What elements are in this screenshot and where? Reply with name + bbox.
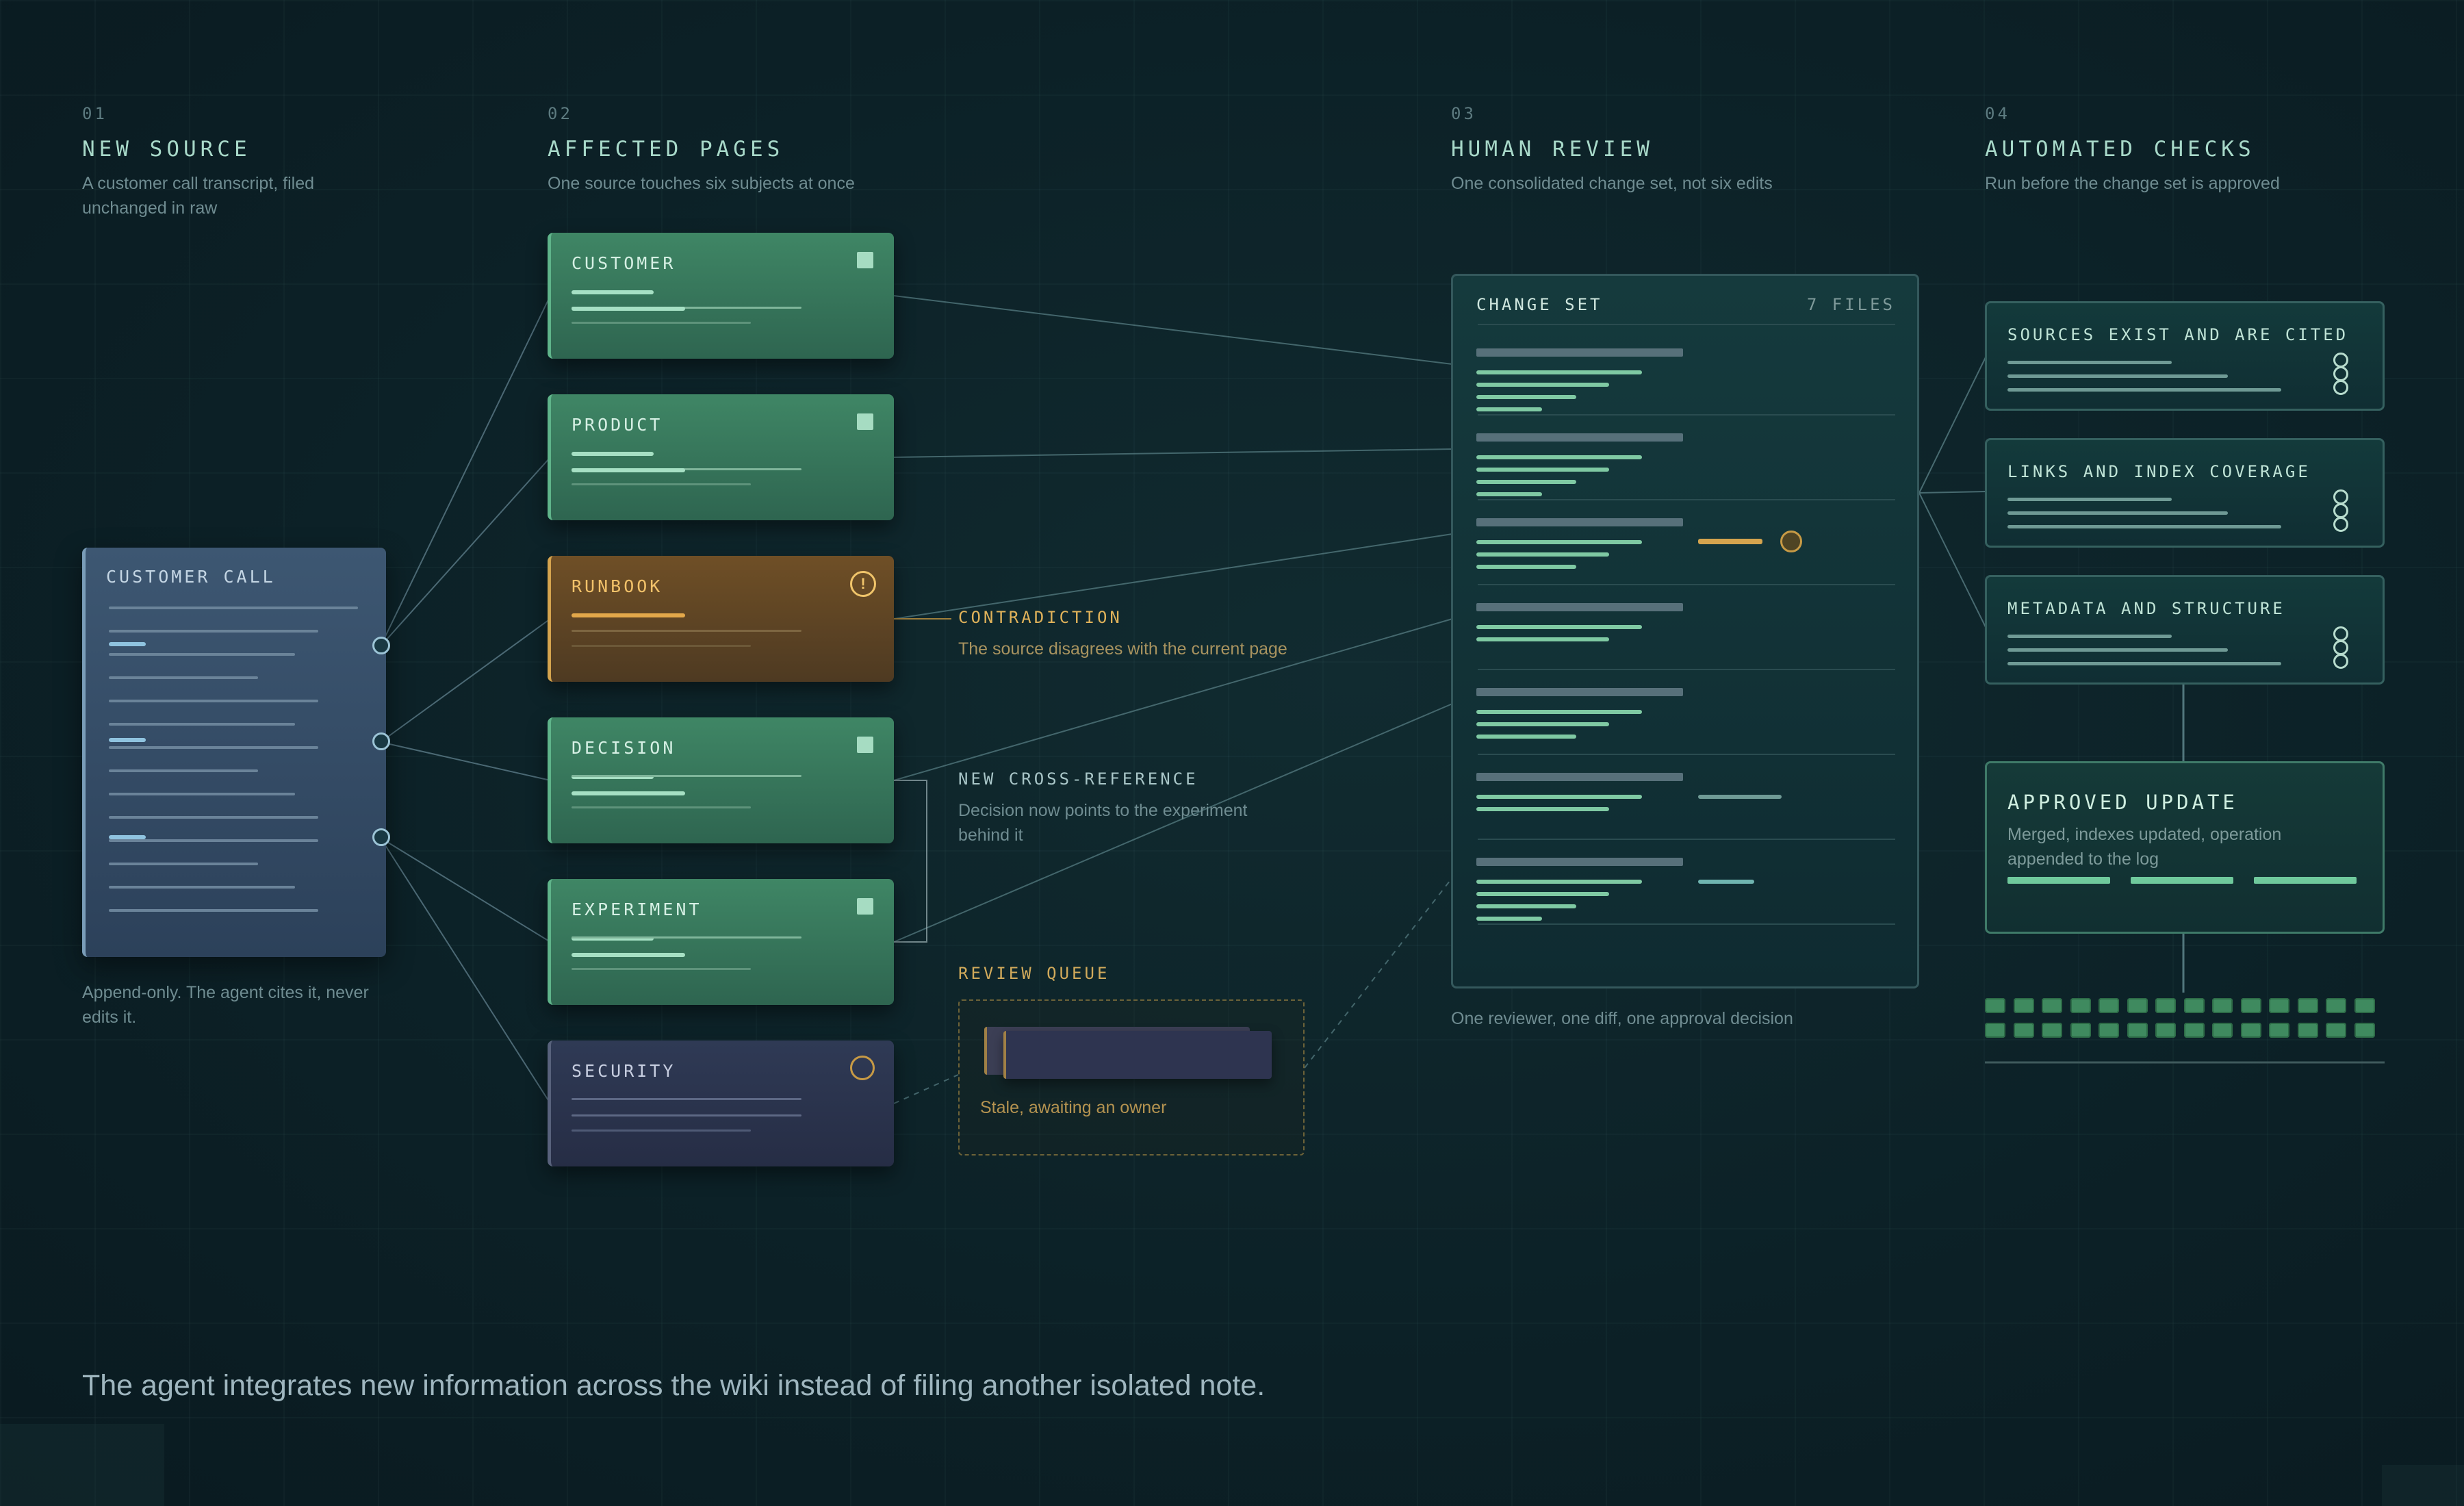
log-entry — [1985, 998, 2005, 1013]
review-queue-desc: Stale, awaiting an owner — [980, 1098, 1167, 1117]
conflict-marker — [1698, 539, 1762, 544]
log-entry — [2099, 1023, 2119, 1038]
check-card-sources[interactable]: SOURCES EXIST AND ARE CITED — [1985, 301, 2385, 411]
log-entry — [2042, 1023, 2062, 1038]
cross-reference-desc: Decision now points to the experiment be… — [958, 801, 1248, 845]
column-description: Run before the change set is approved — [1985, 174, 2280, 193]
log-entry — [2354, 998, 2375, 1013]
contradiction-desc: The source disagrees with the current pa… — [958, 639, 1287, 659]
check-title: LINKS AND INDEX COVERAGE — [2007, 462, 2311, 481]
log-entry — [2297, 998, 2318, 1013]
queued-card — [1003, 1031, 1272, 1079]
check-title: METADATA AND STRUCTURE — [2007, 599, 2285, 618]
log-entry — [2326, 1023, 2346, 1038]
page-label: RUNBOOK — [572, 576, 663, 596]
page-card-security[interactable]: SECURITY — [548, 1041, 894, 1166]
log-entry — [2013, 1023, 2034, 1038]
page-card-customer[interactable]: CUSTOMER — [548, 233, 894, 359]
page-label: DECISION — [572, 738, 676, 758]
page-label: PRODUCT — [572, 415, 663, 435]
log-entry — [2070, 998, 2091, 1013]
check-card-metadata[interactable]: METADATA AND STRUCTURE — [1985, 575, 2385, 685]
log-entry — [2326, 998, 2346, 1013]
log-entry — [2099, 998, 2119, 1013]
change-set-count: 7 FILES — [1806, 295, 1895, 314]
log-entry — [2127, 1023, 2148, 1038]
square-icon — [857, 898, 873, 915]
warning-icon: ! — [850, 571, 876, 597]
pending-circle-icon — [850, 1056, 875, 1080]
log-entry — [2183, 998, 2205, 1013]
log-entry — [2269, 1023, 2289, 1038]
source-document-card[interactable]: CUSTOMER CALL — [82, 548, 386, 957]
column-number: 04 — [1985, 104, 2010, 123]
approved-title: APPROVED UPDATE — [2007, 791, 2238, 814]
log-entry — [2212, 998, 2233, 1013]
log-entry — [1985, 1023, 2005, 1038]
column-description: One source touches six subjects at once — [548, 174, 855, 193]
column-title: HUMAN REVIEW — [1451, 137, 1654, 162]
approved-update-card[interactable]: APPROVED UPDATE Merged, indexes updated,… — [1985, 761, 2385, 934]
connection-port[interactable] — [372, 637, 390, 654]
log-entry — [2070, 1023, 2091, 1038]
column-number: 02 — [548, 104, 573, 123]
log-entry — [2240, 1023, 2261, 1038]
log-entry — [2155, 1023, 2176, 1038]
change-set-title: CHANGE SET — [1476, 295, 1603, 314]
conflict-circle-icon — [1780, 531, 1802, 552]
square-icon — [857, 737, 873, 753]
check-title: SOURCES EXIST AND ARE CITED — [2007, 325, 2349, 344]
log-entry — [2297, 1023, 2318, 1038]
column-number: 01 — [82, 104, 107, 123]
page-card-decision[interactable]: DECISION — [548, 717, 894, 843]
review-queue-box[interactable]: Stale, awaiting an owner — [958, 999, 1305, 1156]
log-entry — [2240, 998, 2261, 1013]
connection-port[interactable] — [372, 828, 390, 846]
log-entry — [2212, 1023, 2233, 1038]
cross-reference-title: NEW CROSS-REFERENCE — [958, 769, 1198, 789]
page-label: CUSTOMER — [572, 253, 676, 273]
column-title: AUTOMATED CHECKS — [1985, 137, 2255, 162]
square-icon — [857, 413, 873, 430]
page-card-product[interactable]: PRODUCT — [548, 394, 894, 520]
check-card-links[interactable]: LINKS AND INDEX COVERAGE — [1985, 438, 2385, 548]
log-entry — [2354, 1023, 2375, 1038]
connection-port[interactable] — [372, 732, 390, 750]
page-card-runbook[interactable]: RUNBOOK ! — [548, 556, 894, 682]
page-card-experiment[interactable]: EXPERIMENT — [548, 879, 894, 1005]
contradiction-title: CONTRADICTION — [958, 608, 1122, 627]
log-entry — [2127, 998, 2148, 1013]
page-label: EXPERIMENT — [572, 899, 702, 919]
log-entry — [2269, 998, 2289, 1013]
column-description: A customer call transcript, filed unchan… — [82, 174, 315, 218]
footer-caption: The agent integrates new information acr… — [82, 1369, 1266, 1402]
source-title: CUSTOMER CALL — [106, 567, 276, 587]
column-number: 03 — [1451, 104, 1476, 123]
change-set-panel[interactable]: CHANGE SET 7 FILES — [1451, 274, 1919, 988]
log-entry — [2183, 1023, 2205, 1038]
log-entry — [2042, 998, 2062, 1013]
review-queue-title: REVIEW QUEUE — [958, 964, 1110, 983]
source-note: Append-only. The agent cites it, never e… — [82, 983, 369, 1027]
column-description: One consolidated change set, not six edi… — [1451, 174, 1773, 193]
column-title: AFFECTED PAGES — [548, 137, 784, 162]
square-icon — [857, 252, 873, 268]
log-entry — [2013, 998, 2034, 1013]
cited-highlight — [109, 738, 146, 742]
log-entry — [2155, 998, 2176, 1013]
approved-desc: Merged, indexes updated, operation appen… — [2007, 825, 2282, 869]
page-label: SECURITY — [572, 1061, 676, 1081]
column-title: NEW SOURCE — [82, 137, 251, 162]
cited-highlight — [109, 642, 146, 646]
change-set-caption: One reviewer, one diff, one approval dec… — [1451, 1009, 1793, 1028]
